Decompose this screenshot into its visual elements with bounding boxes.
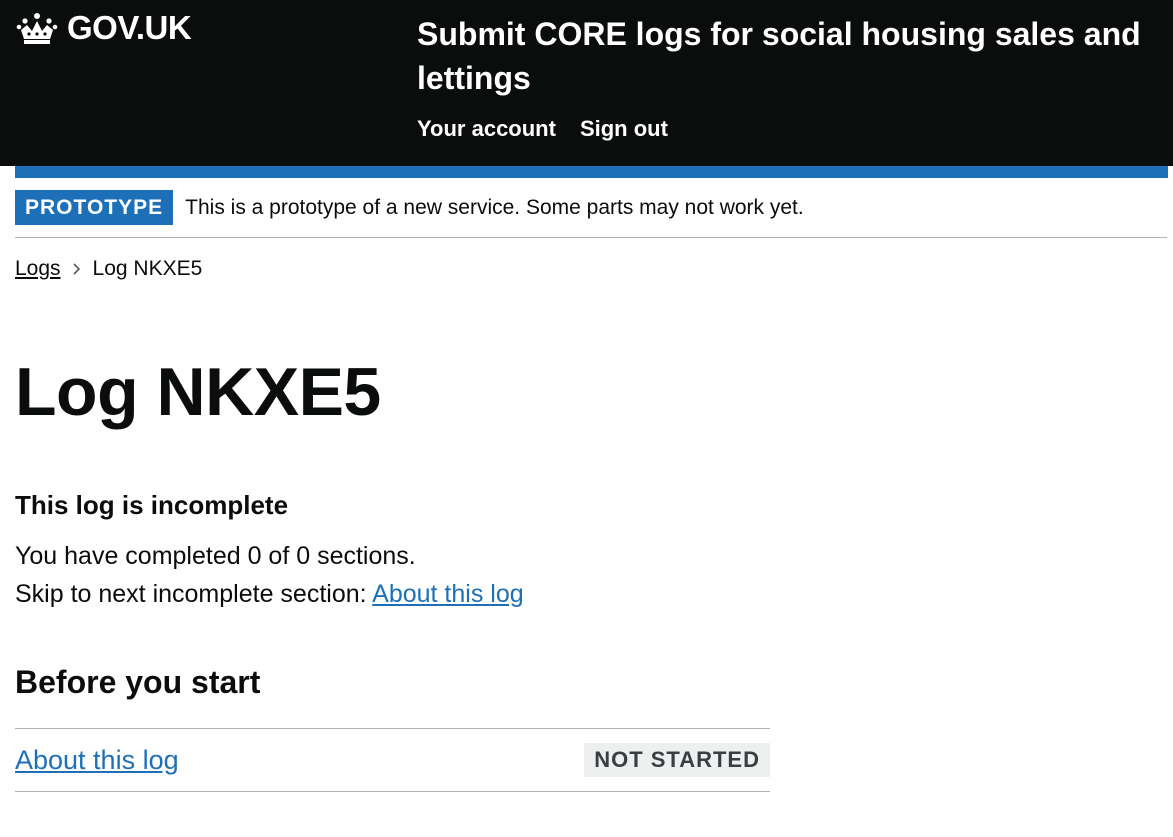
your-account-link[interactable]: Your account xyxy=(417,116,556,142)
log-status-heading: This log is incomplete xyxy=(15,490,289,520)
breadcrumb-current: Log NKXE5 xyxy=(92,257,203,280)
header-navigation: Your account Sign out xyxy=(417,116,668,142)
task-about-this-log-link[interactable]: About this log xyxy=(15,745,179,776)
page-title: Log NKXE5 xyxy=(15,354,381,430)
skip-label: Skip to next incomplete section: xyxy=(15,580,373,608)
govuk-header: GOV.UK Submit CORE logs for social housi… xyxy=(0,0,1173,166)
progress-summary: You have completed 0 of 0 sections. Skip… xyxy=(15,537,524,613)
header-blue-bar xyxy=(15,166,1168,178)
breadcrumb: Logs Log NKXE5 xyxy=(15,257,202,281)
phase-banner-text: This is a prototype of a new service. So… xyxy=(185,196,804,219)
skip-to-section-link[interactable]: About this log xyxy=(372,580,524,608)
task-list-item: About this log NOT STARTED xyxy=(15,728,770,792)
breadcrumb-logs-link[interactable]: Logs xyxy=(15,257,61,281)
chevron-right-icon xyxy=(72,263,80,275)
govuk-logo-link[interactable]: GOV.UK xyxy=(15,9,192,47)
crown-icon xyxy=(16,13,58,44)
phase-banner: PROTOTYPE This is a prototype of a new s… xyxy=(15,190,1167,238)
completed-sections-text: You have completed 0 of 0 sections. xyxy=(15,542,416,570)
sign-out-link[interactable]: Sign out xyxy=(580,116,668,142)
status-badge: NOT STARTED xyxy=(584,743,770,777)
phase-tag: PROTOTYPE xyxy=(15,190,174,225)
service-name-link[interactable]: Submit CORE logs for social housing sale… xyxy=(417,12,1173,100)
govuk-logo-text: GOV.UK xyxy=(67,9,192,46)
section-heading-before-you-start: Before you start xyxy=(15,664,261,700)
